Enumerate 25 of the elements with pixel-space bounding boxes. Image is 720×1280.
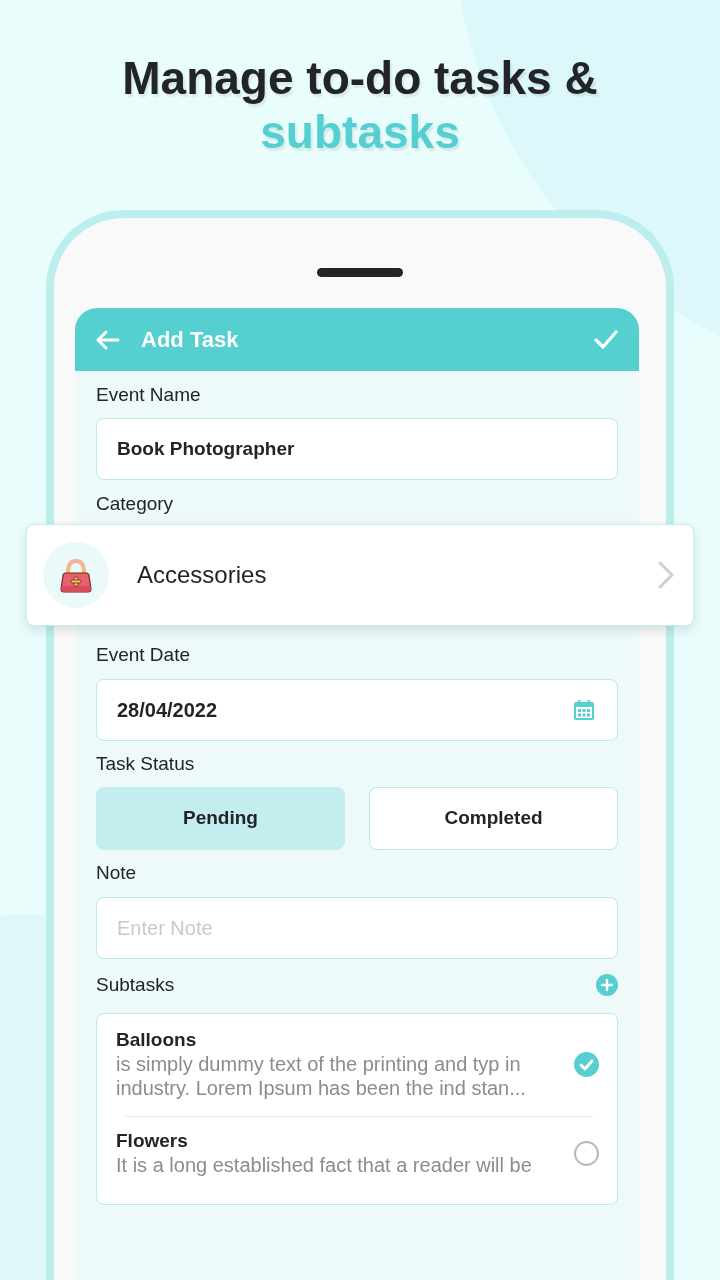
chevron-right-icon: [657, 560, 675, 590]
screen-title: Add Task: [141, 326, 239, 354]
field-label: Category: [96, 492, 174, 516]
back-arrow-icon[interactable]: [96, 329, 120, 350]
field-label: Task Status: [96, 752, 195, 776]
event-name-field[interactable]: Book Photographer: [96, 418, 618, 480]
checked-circle-icon[interactable]: [574, 1051, 599, 1077]
subtask-description: is simply dummy text of the printing and typ in industry. Lorem Ipsum has been the ind stan...: [116, 1052, 527, 1100]
subtask-title: Balloons: [116, 1028, 197, 1052]
checkmark-icon[interactable]: [594, 330, 618, 349]
field-label: Event Date: [96, 643, 190, 667]
section-label: Subtasks: [96, 973, 175, 997]
headline: Manage to-do tasks & subtasks: [121, 51, 599, 159]
handbag-icon: [43, 542, 109, 608]
empty-circle-icon[interactable]: [574, 1140, 599, 1166]
field-label: Note: [96, 861, 137, 885]
calendar-icon[interactable]: [573, 699, 595, 721]
date-field[interactable]: 28/04/2022: [96, 679, 618, 741]
subtask-description: It is a long established fact that a reader will be: [116, 1153, 533, 1177]
subtask-title: Flowers: [116, 1129, 188, 1153]
add-icon[interactable]: [596, 974, 618, 996]
category-selector[interactable]: Accessories: [26, 524, 694, 626]
status-option[interactable]: Completed: [369, 787, 618, 850]
field-label: Event Name: [96, 383, 201, 407]
status-option[interactable]: Pending: [96, 787, 345, 850]
